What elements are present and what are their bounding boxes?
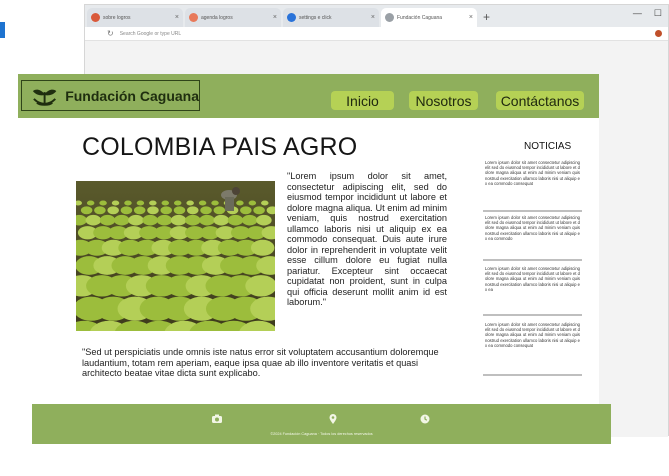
lettuce-plant — [186, 200, 194, 206]
farm-photo — [76, 181, 275, 331]
profile-avatar[interactable] — [655, 30, 662, 37]
nav-inicio[interactable]: Inicio — [331, 91, 394, 110]
lettuce-plant — [124, 200, 132, 206]
lettuce-plant — [185, 214, 201, 226]
tab-favicon-icon — [91, 13, 100, 22]
site-logo[interactable]: Fundación Caguana — [21, 80, 200, 111]
lettuce-plant — [128, 214, 144, 226]
minimize-button[interactable]: — — [633, 8, 642, 19]
lettuce-plant — [227, 214, 244, 226]
news-divider — [483, 259, 582, 261]
lettuce-plant — [248, 200, 257, 206]
news-item[interactable]: Lorem ipsum dolor sit amet consectetur a… — [483, 266, 582, 316]
news-item[interactable]: Lorem ipsum dolor sit amet consectetur a… — [483, 160, 582, 212]
sprout-logo-icon — [32, 89, 57, 106]
lettuce-plant — [173, 200, 182, 206]
site-footer — [32, 404, 611, 444]
lettuce-plant — [136, 200, 145, 206]
tab-2[interactable]: agenda logros × — [185, 8, 281, 27]
lettuce-plant — [99, 200, 107, 206]
window-edge-marker — [0, 22, 5, 38]
new-tab-button[interactable]: + — [483, 8, 490, 27]
address-bar: ↻ Search Google or type URL — [85, 27, 668, 41]
lettuce-plant — [133, 206, 146, 215]
lettuce-field-image — [76, 181, 275, 331]
lettuce-plant — [236, 200, 244, 206]
news-divider — [483, 210, 582, 212]
tab-close-icon[interactable]: × — [469, 14, 473, 21]
clock-icon[interactable] — [419, 413, 431, 425]
news-item[interactable]: Lorem ipsum dolor sit amet consectetur a… — [483, 215, 582, 261]
lettuce-plant — [200, 206, 212, 215]
news-text: Lorem ipsum dolor sit amet consectetur a… — [485, 266, 580, 292]
lettuce-plant — [256, 214, 272, 226]
page-title: COLOMBIA PAIS AGRO — [82, 133, 358, 161]
lettuce-plant — [199, 214, 215, 226]
lettuce-plant — [240, 206, 252, 215]
news-heading: NOTICIAS — [524, 141, 572, 152]
maximize-button[interactable]: ☐ — [654, 8, 662, 19]
lettuce-plant — [99, 214, 116, 226]
lettuce-plant — [94, 206, 106, 215]
tab-close-icon[interactable]: × — [175, 14, 179, 21]
news-item[interactable]: Lorem ipsum dolor sit amet consectetur a… — [483, 322, 582, 376]
lettuce-plant — [85, 214, 102, 226]
tab-label: agenda logros — [201, 14, 233, 21]
lettuce-plant — [160, 206, 172, 215]
nav-nosotros[interactable]: Nosotros — [409, 91, 478, 110]
lettuce-plant — [253, 206, 265, 215]
lettuce-plant — [147, 206, 159, 215]
tab-label: sobre logros — [103, 14, 131, 21]
second-paragraph: "Sed ut perspiciatis unde omnis iste nat… — [82, 347, 439, 378]
news-text: Lorem ipsum dolor sit amet consectetur a… — [485, 160, 580, 186]
location-pin-icon[interactable] — [327, 413, 339, 425]
lettuce-plant — [261, 200, 269, 206]
tab-4-active[interactable]: Fundación Caguana × — [381, 8, 477, 27]
news-text: Lorem ipsum dolor sit amet consectetur a… — [485, 322, 580, 348]
lettuce-plant — [149, 200, 157, 206]
tab-favicon-icon — [189, 13, 198, 22]
tab-close-icon[interactable]: × — [273, 14, 277, 21]
screen: { "browser": { "tabs": [ {"label": "sobr… — [0, 0, 669, 476]
footer-copyright: ©2024 Fundación Caguana · Todos los dere… — [270, 432, 373, 436]
intro-paragraph: "Lorem ipsum dolor sit amet, consectetur… — [287, 171, 447, 307]
lettuce-plant — [187, 206, 199, 215]
lettuce-plant — [120, 206, 133, 215]
lettuce-plant — [107, 206, 119, 215]
lettuce-plant — [173, 206, 186, 215]
tab-strip: sobre logros × agenda logros × settings … — [85, 5, 668, 27]
tab-favicon-icon — [385, 13, 394, 22]
news-text: Lorem ipsum dolor sit amet consectetur a… — [485, 215, 580, 241]
lettuce-plant — [213, 206, 226, 215]
lettuce-plant — [80, 206, 93, 215]
lettuce-plant — [142, 214, 158, 226]
lettuce-plant — [198, 200, 207, 206]
address-input[interactable]: Search Google or type URL — [120, 31, 181, 37]
reload-icon[interactable]: ↻ — [107, 29, 114, 38]
lettuce-plant — [211, 200, 219, 206]
tab-label: Fundación Caguana — [397, 14, 443, 21]
lettuce-plant — [213, 214, 229, 226]
tab-close-icon[interactable]: × — [371, 14, 375, 21]
lettuce-plant — [86, 200, 95, 206]
tab-favicon-icon — [287, 13, 296, 22]
tab-label: settings e click — [299, 14, 332, 21]
window-controls: — ☐ — [633, 8, 662, 19]
nav-contactanos[interactable]: Contáctanos — [496, 91, 584, 110]
lettuce-plant — [250, 239, 275, 256]
news-divider — [483, 314, 582, 316]
lettuce-plant — [161, 200, 170, 206]
tab-3[interactable]: settings e click × — [283, 8, 379, 27]
news-divider — [483, 374, 582, 376]
lettuce-plant — [170, 214, 187, 226]
camera-icon[interactable] — [211, 413, 223, 425]
lettuce-plant — [111, 200, 120, 206]
tab-1[interactable]: sobre logros × — [87, 8, 183, 27]
lettuce-plant — [241, 214, 258, 226]
lettuce-plant — [114, 214, 130, 226]
lettuce-plant — [156, 214, 173, 226]
logo-title: Fundación Caguana — [65, 87, 199, 104]
